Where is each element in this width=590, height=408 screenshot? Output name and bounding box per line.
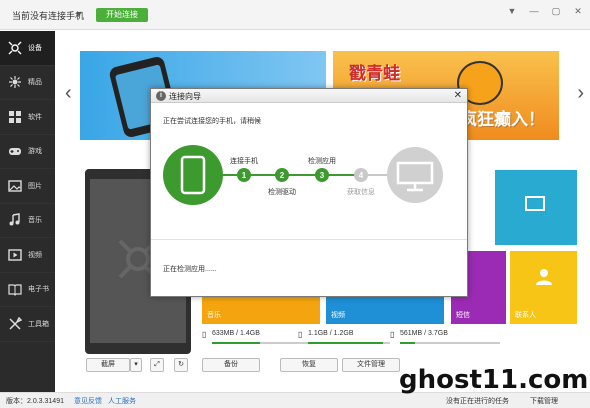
sd-card-icon: ▯ bbox=[298, 330, 303, 339]
ribbon-icon[interactable]: ▼ bbox=[506, 6, 518, 17]
game-ad-slogan: 疯狂癫入！ bbox=[460, 110, 545, 129]
tile-label: 视频 bbox=[331, 312, 345, 319]
storage-fill bbox=[212, 342, 260, 344]
sidebar-item-software[interactable]: 软件 bbox=[0, 100, 55, 135]
screenshot-options-button[interactable]: ▾ bbox=[130, 358, 142, 372]
sidebar-item-label: 精品 bbox=[28, 79, 42, 87]
download-manager-link[interactable]: 下载管理 bbox=[530, 396, 558, 406]
fullscreen-button[interactable]: ⤢ bbox=[150, 358, 164, 372]
step-label: 检测驱动 bbox=[268, 187, 296, 196]
chevron-down-icon: ▾ bbox=[134, 361, 138, 368]
watermark: ghost11.com bbox=[399, 365, 589, 395]
sidebar-item-label: 游戏 bbox=[28, 148, 42, 156]
dialog-divider bbox=[151, 239, 467, 240]
version-label: 版本：2.0.3.31491 bbox=[6, 398, 64, 405]
device-selector[interactable]: 当前没有连接手机 bbox=[12, 9, 84, 22]
music-icon bbox=[8, 213, 22, 227]
storage-bar bbox=[308, 342, 390, 344]
storage-text: 561MB / 3.7GB bbox=[400, 330, 448, 337]
storage-bar bbox=[400, 342, 500, 344]
picture-icon bbox=[8, 179, 22, 193]
start-connect-button[interactable]: 开始连接 bbox=[96, 8, 148, 22]
computer-status-circle bbox=[387, 147, 443, 203]
phone-status-circle bbox=[163, 145, 223, 205]
sidebar-item-featured[interactable]: 精品 bbox=[0, 66, 55, 100]
sidebar-item-video[interactable]: 视频 bbox=[0, 238, 55, 273]
connect-wizard-dialog: i 连接向导 ✕ 正在尝试连接您的手机，请稍候 1 2 3 4 连接手机 检测驱… bbox=[150, 88, 468, 297]
step-label: 检测应用 bbox=[308, 156, 336, 165]
sd-card-icon: ▯ bbox=[390, 330, 395, 339]
chevron-down-icon[interactable] bbox=[76, 12, 82, 16]
sidebar-item-games[interactable]: 游戏 bbox=[0, 135, 55, 169]
minimize-icon[interactable]: — bbox=[528, 6, 540, 17]
step-label: 连接手机 bbox=[230, 156, 258, 165]
device-icon bbox=[8, 41, 22, 55]
refresh-button[interactable]: ↻ bbox=[174, 358, 188, 372]
sidebar-item-label: 软件 bbox=[28, 113, 42, 121]
storage-fill bbox=[308, 342, 384, 344]
apps-icon bbox=[8, 110, 22, 124]
step-number: 4 bbox=[359, 171, 364, 180]
refresh-icon: ↻ bbox=[178, 361, 184, 368]
restore-button[interactable]: 恢复 bbox=[280, 358, 338, 372]
tile-photos[interactable] bbox=[495, 170, 577, 245]
backup-button[interactable]: 备份 bbox=[202, 358, 260, 372]
screenshot-button[interactable]: 截屏 bbox=[86, 358, 130, 372]
info-icon: i bbox=[156, 91, 166, 101]
window-controls: ▼ — ▢ ✕ bbox=[506, 6, 584, 17]
sidebar-item-label: 设备 bbox=[28, 44, 42, 52]
expand-icon: ⤢ bbox=[154, 361, 160, 368]
sidebar-item-label: 图片 bbox=[28, 182, 42, 190]
connection-steps: 1 2 3 4 连接手机 检测驱动 检测应用 获取信息 bbox=[151, 137, 467, 233]
task-status[interactable]: 没有正在进行的任务 bbox=[446, 396, 509, 406]
sidebar: 设备 精品 软件 游戏 图片 音乐 视频 电子书 工具箱 bbox=[0, 31, 55, 392]
dialog-title: 连接向导 bbox=[169, 92, 201, 101]
maximize-icon[interactable]: ▢ bbox=[550, 6, 562, 17]
dialog-titlebar: i 连接向导 ✕ bbox=[151, 89, 467, 103]
storage-fill bbox=[400, 342, 415, 344]
storage-text: 1.1GB / 1.2GB bbox=[308, 330, 354, 337]
close-icon[interactable]: ✕ bbox=[454, 90, 462, 101]
sidebar-item-label: 视频 bbox=[28, 251, 42, 259]
video-icon bbox=[8, 248, 22, 262]
file-manager-button[interactable]: 文件管理 bbox=[342, 358, 400, 372]
picture-icon bbox=[525, 196, 545, 211]
sidebar-item-ebooks[interactable]: 电子书 bbox=[0, 273, 55, 307]
manual-service-link[interactable]: 人工服务 bbox=[108, 396, 136, 406]
tile-label: 短信 bbox=[456, 312, 470, 319]
tile-label: 联系人 bbox=[515, 312, 536, 319]
sidebar-item-label: 音乐 bbox=[28, 217, 42, 225]
contact-icon bbox=[536, 269, 552, 285]
chevron-left-icon[interactable]: ‹ bbox=[65, 83, 72, 103]
dialog-status: 正在检测应用...... bbox=[163, 266, 217, 273]
sidebar-item-label: 工具箱 bbox=[28, 320, 49, 328]
phone-storage-icon: ▯ bbox=[202, 330, 207, 339]
step-number: 2 bbox=[280, 171, 285, 180]
gamepad-icon bbox=[8, 144, 22, 158]
game-ad-title: 戳青蛙 bbox=[349, 64, 400, 83]
close-icon[interactable]: ✕ bbox=[572, 6, 584, 17]
dialog-message: 正在尝试连接您的手机，请稍候 bbox=[163, 118, 261, 125]
book-icon bbox=[8, 282, 22, 297]
sidebar-item-device[interactable]: 设备 bbox=[0, 31, 55, 66]
sidebar-item-pictures[interactable]: 图片 bbox=[0, 169, 55, 204]
storage-text: 633MB / 1.4GB bbox=[212, 330, 260, 337]
step-label: 获取信息 bbox=[347, 187, 375, 196]
title-bar: 当前没有连接手机 开始连接 ▼ — ▢ ✕ bbox=[0, 0, 590, 30]
storage-external: ▯ 561MB / 3.7GB bbox=[390, 330, 520, 344]
sidebar-item-toolbox[interactable]: 工具箱 bbox=[0, 307, 55, 342]
tile-label: 音乐 bbox=[207, 312, 221, 319]
tools-icon bbox=[8, 316, 23, 331]
sidebar-item-music[interactable]: 音乐 bbox=[0, 204, 55, 238]
tile-contacts[interactable]: 联系人 bbox=[510, 251, 577, 324]
star-icon bbox=[8, 75, 22, 89]
step-number: 3 bbox=[320, 171, 325, 180]
chevron-right-icon[interactable]: › bbox=[577, 83, 584, 103]
sidebar-item-label: 电子书 bbox=[28, 286, 49, 294]
feedback-link[interactable]: 意见反馈 bbox=[74, 396, 102, 406]
step-number: 1 bbox=[242, 171, 247, 180]
